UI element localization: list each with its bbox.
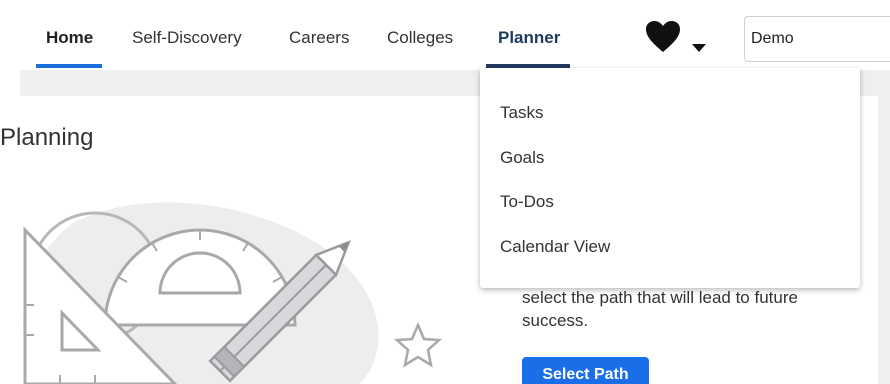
nav-careers[interactable]: Careers — [289, 28, 349, 48]
page-title: Planning — [0, 124, 94, 151]
nav-planner[interactable]: Planner — [498, 28, 560, 48]
nav-colleges[interactable]: Colleges — [387, 28, 453, 48]
card-background-edge — [878, 96, 890, 384]
dropdown-item-tasks[interactable]: Tasks — [500, 103, 543, 123]
dropdown-item-calendar-view[interactable]: Calendar View — [500, 237, 610, 257]
search-input[interactable] — [744, 16, 890, 62]
heart-icon[interactable] — [645, 20, 681, 54]
select-path-button[interactable]: Select Path — [522, 357, 649, 384]
planning-description: select the path that will lead to future… — [522, 288, 798, 330]
dropdown-item-to-dos[interactable]: To-Dos — [500, 192, 554, 212]
nav-home[interactable]: Home — [46, 28, 93, 48]
home-active-underline — [36, 64, 102, 68]
caret-down-icon[interactable] — [692, 44, 706, 52]
planner-dropdown-menu: Tasks Goals To-Dos Calendar View — [480, 68, 860, 288]
top-navbar: Home Self-Discovery Careers Colleges Pla… — [0, 0, 890, 70]
dropdown-item-goals[interactable]: Goals — [500, 148, 544, 168]
nav-self-discovery[interactable]: Self-Discovery — [132, 28, 242, 48]
planning-illustration — [23, 202, 443, 384]
